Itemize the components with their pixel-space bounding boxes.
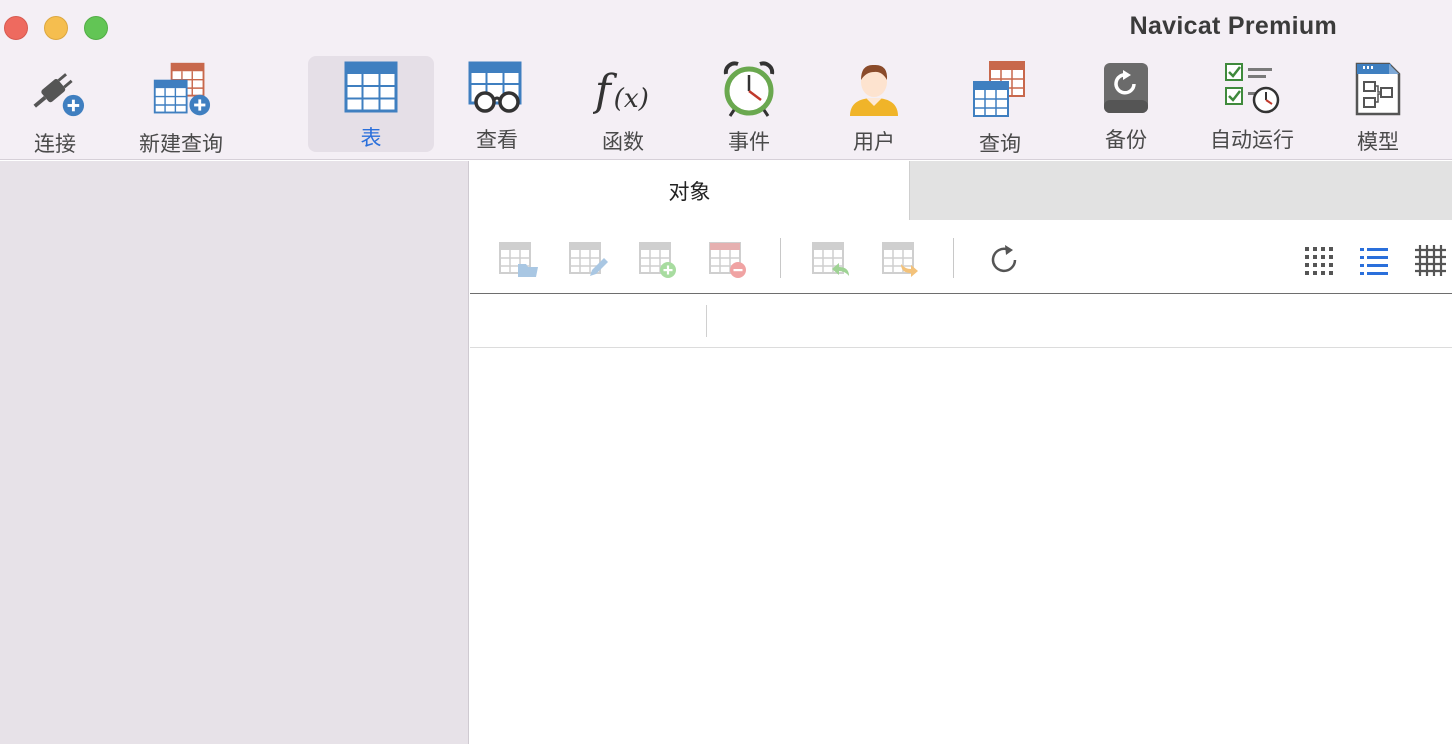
query-icon bbox=[970, 60, 1030, 120]
delete-table-icon bbox=[709, 242, 746, 278]
toolbar-label: 连接 bbox=[34, 132, 76, 156]
automation-icon bbox=[1222, 60, 1282, 116]
zoom-window-button[interactable] bbox=[84, 16, 108, 40]
toolbar-separator bbox=[953, 238, 954, 278]
list-view-icon bbox=[1360, 248, 1388, 275]
window-toolbar: Navicat Premium 连接 新建查询 表 查看 f (x) 函数 事件… bbox=[0, 0, 1452, 160]
toolbar-label: 查看 bbox=[476, 128, 518, 152]
toolbar-automation-button[interactable]: 自动运行 bbox=[1189, 56, 1315, 152]
toolbar-label: 自动运行 bbox=[1210, 128, 1294, 152]
object-list-header bbox=[470, 295, 1452, 348]
object-list[interactable] bbox=[470, 349, 1452, 744]
export-icon bbox=[882, 242, 918, 277]
design-table-button[interactable] bbox=[568, 240, 610, 280]
toolbar-table-button[interactable]: 表 bbox=[308, 56, 434, 152]
toolbar-user-button[interactable]: 用户 bbox=[811, 56, 937, 154]
grid-view-icon bbox=[1305, 247, 1333, 275]
user-icon bbox=[844, 60, 904, 118]
minimize-window-button[interactable] bbox=[44, 16, 68, 40]
model-icon bbox=[1348, 60, 1408, 118]
main-panel: 对象 bbox=[470, 161, 1452, 744]
function-fx-icon: f (x) bbox=[593, 60, 653, 118]
design-table-icon bbox=[569, 242, 608, 276]
toolbar-label: 用户 bbox=[853, 130, 895, 154]
toolbar-label: 表 bbox=[360, 126, 382, 150]
detail-view-button[interactable] bbox=[1409, 240, 1451, 280]
tab-objects[interactable]: 对象 bbox=[470, 161, 910, 220]
table-icon bbox=[341, 60, 401, 114]
toolbar-label: 函数 bbox=[602, 130, 644, 154]
new-table-icon bbox=[639, 242, 676, 278]
new-table-button[interactable] bbox=[638, 240, 680, 280]
toolbar-label: 查询 bbox=[979, 132, 1021, 156]
open-table-button[interactable] bbox=[498, 240, 540, 280]
window-title: Navicat Premium bbox=[1129, 12, 1337, 40]
alarm-clock-icon bbox=[719, 60, 779, 118]
object-toolbar bbox=[470, 220, 1452, 294]
toolbar-event-button[interactable]: 事件 bbox=[686, 56, 812, 154]
svg-text:(x): (x) bbox=[614, 84, 649, 114]
detail-view-icon bbox=[1415, 245, 1446, 276]
open-table-icon bbox=[499, 242, 538, 277]
export-button[interactable] bbox=[881, 240, 923, 280]
import-button[interactable] bbox=[811, 240, 853, 280]
list-view-button[interactable] bbox=[1353, 240, 1395, 280]
refresh-button[interactable] bbox=[983, 240, 1025, 280]
view-glasses-icon bbox=[467, 60, 527, 116]
column-separator[interactable] bbox=[706, 305, 707, 337]
connection-sidebar[interactable] bbox=[0, 161, 469, 744]
new-query-icon bbox=[151, 60, 211, 120]
toolbar-function-button[interactable]: f (x) 函数 bbox=[560, 56, 686, 154]
toolbar-query-button[interactable]: 查询 bbox=[937, 56, 1063, 156]
toolbar-label: 备份 bbox=[1105, 128, 1147, 152]
delete-table-button[interactable] bbox=[708, 240, 750, 280]
backup-icon bbox=[1096, 60, 1156, 116]
toolbar-label: 模型 bbox=[1357, 130, 1399, 154]
close-window-button[interactable] bbox=[4, 16, 28, 40]
toolbar-model-button[interactable]: 模型 bbox=[1315, 56, 1441, 154]
toolbar-connect-button[interactable]: 连接 bbox=[0, 56, 118, 156]
toolbar-label: 新建查询 bbox=[139, 132, 223, 156]
grid-view-button[interactable] bbox=[1297, 240, 1339, 280]
toolbar-label: 事件 bbox=[728, 130, 770, 154]
toolbar-separator bbox=[780, 238, 781, 278]
plug-add-icon bbox=[25, 60, 85, 120]
toolbar-view-button[interactable]: 查看 bbox=[434, 56, 560, 152]
toolbar-backup-button[interactable]: 备份 bbox=[1063, 56, 1189, 152]
tab-strip: 对象 bbox=[470, 161, 1452, 220]
toolbar-new-query-button[interactable]: 新建查询 bbox=[118, 56, 244, 156]
refresh-icon bbox=[991, 245, 1017, 273]
import-icon bbox=[812, 242, 849, 276]
tab-objects-label: 对象 bbox=[668, 179, 711, 204]
